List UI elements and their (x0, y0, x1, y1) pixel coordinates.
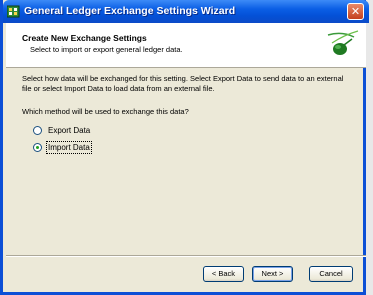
title-bar[interactable]: General Ledger Exchange Settings Wizard … (3, 0, 369, 23)
window-title: General Ledger Exchange Settings Wizard (24, 5, 236, 17)
next-button[interactable]: Next > (252, 266, 293, 282)
header-subtitle: Select to import or export general ledge… (30, 45, 183, 54)
header-title: Create New Exchange Settings (22, 33, 147, 43)
export-data-label[interactable]: Export Data (48, 126, 90, 135)
export-data-option[interactable]: Export Data (33, 124, 90, 136)
close-button[interactable]: ✕ (347, 3, 364, 20)
cancel-button[interactable]: Cancel (309, 266, 353, 282)
back-button[interactable]: < Back (203, 266, 244, 282)
method-question: Which method will be used to exchange th… (22, 107, 189, 116)
close-icon: ✕ (350, 5, 361, 18)
wizard-dialog: General Ledger Exchange Settings Wizard … (0, 0, 369, 295)
wizard-header: Create New Exchange Settings Select to i… (6, 23, 366, 68)
import-data-label[interactable]: Import Data (46, 140, 92, 154)
background-strip (366, 0, 373, 295)
wizard-leaf-logo (327, 30, 359, 55)
ledger-app-icon (7, 5, 20, 18)
import-data-radio[interactable] (33, 142, 42, 152)
description-text: Select how data will be exchanged for th… (22, 74, 344, 93)
footer-divider (6, 255, 366, 257)
import-data-option[interactable]: Import Data (33, 140, 92, 154)
export-data-radio[interactable] (33, 125, 42, 135)
